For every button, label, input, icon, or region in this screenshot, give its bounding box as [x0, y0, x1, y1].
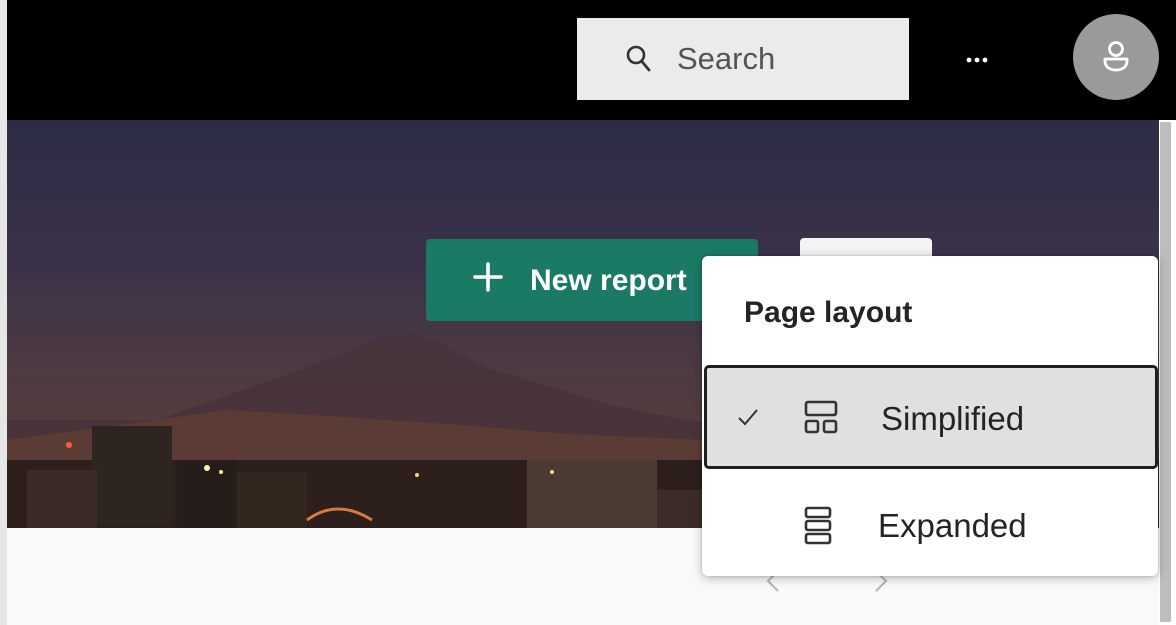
window-frame — [0, 0, 7, 625]
plus-icon — [473, 262, 503, 292]
top-bar — [7, 0, 1176, 120]
new-report-label: New report — [530, 264, 687, 297]
search-box[interactable] — [577, 18, 909, 100]
page-layout-menu: Page layout Simplified Expanded — [702, 256, 1158, 576]
checkmark-icon — [738, 409, 758, 426]
person-icon — [1103, 41, 1129, 72]
more-options-button[interactable] — [957, 40, 997, 80]
menu-item-label: Expanded — [878, 507, 1027, 544]
simplified-layout-icon — [804, 400, 838, 434]
menu-item-simplified[interactable]: Simplified — [704, 365, 1158, 469]
menu-item-expanded[interactable]: Expanded — [704, 475, 1158, 579]
menu-title: Page layout — [744, 296, 913, 329]
avatar-button[interactable] — [1073, 14, 1159, 100]
more-horizontal-icon — [966, 57, 988, 63]
expanded-layout-icon — [804, 506, 832, 545]
search-icon — [626, 45, 651, 72]
menu-item-label: Simplified — [881, 400, 1025, 437]
scrollbar-thumb[interactable] — [1160, 122, 1171, 622]
search-input[interactable] — [677, 38, 892, 80]
